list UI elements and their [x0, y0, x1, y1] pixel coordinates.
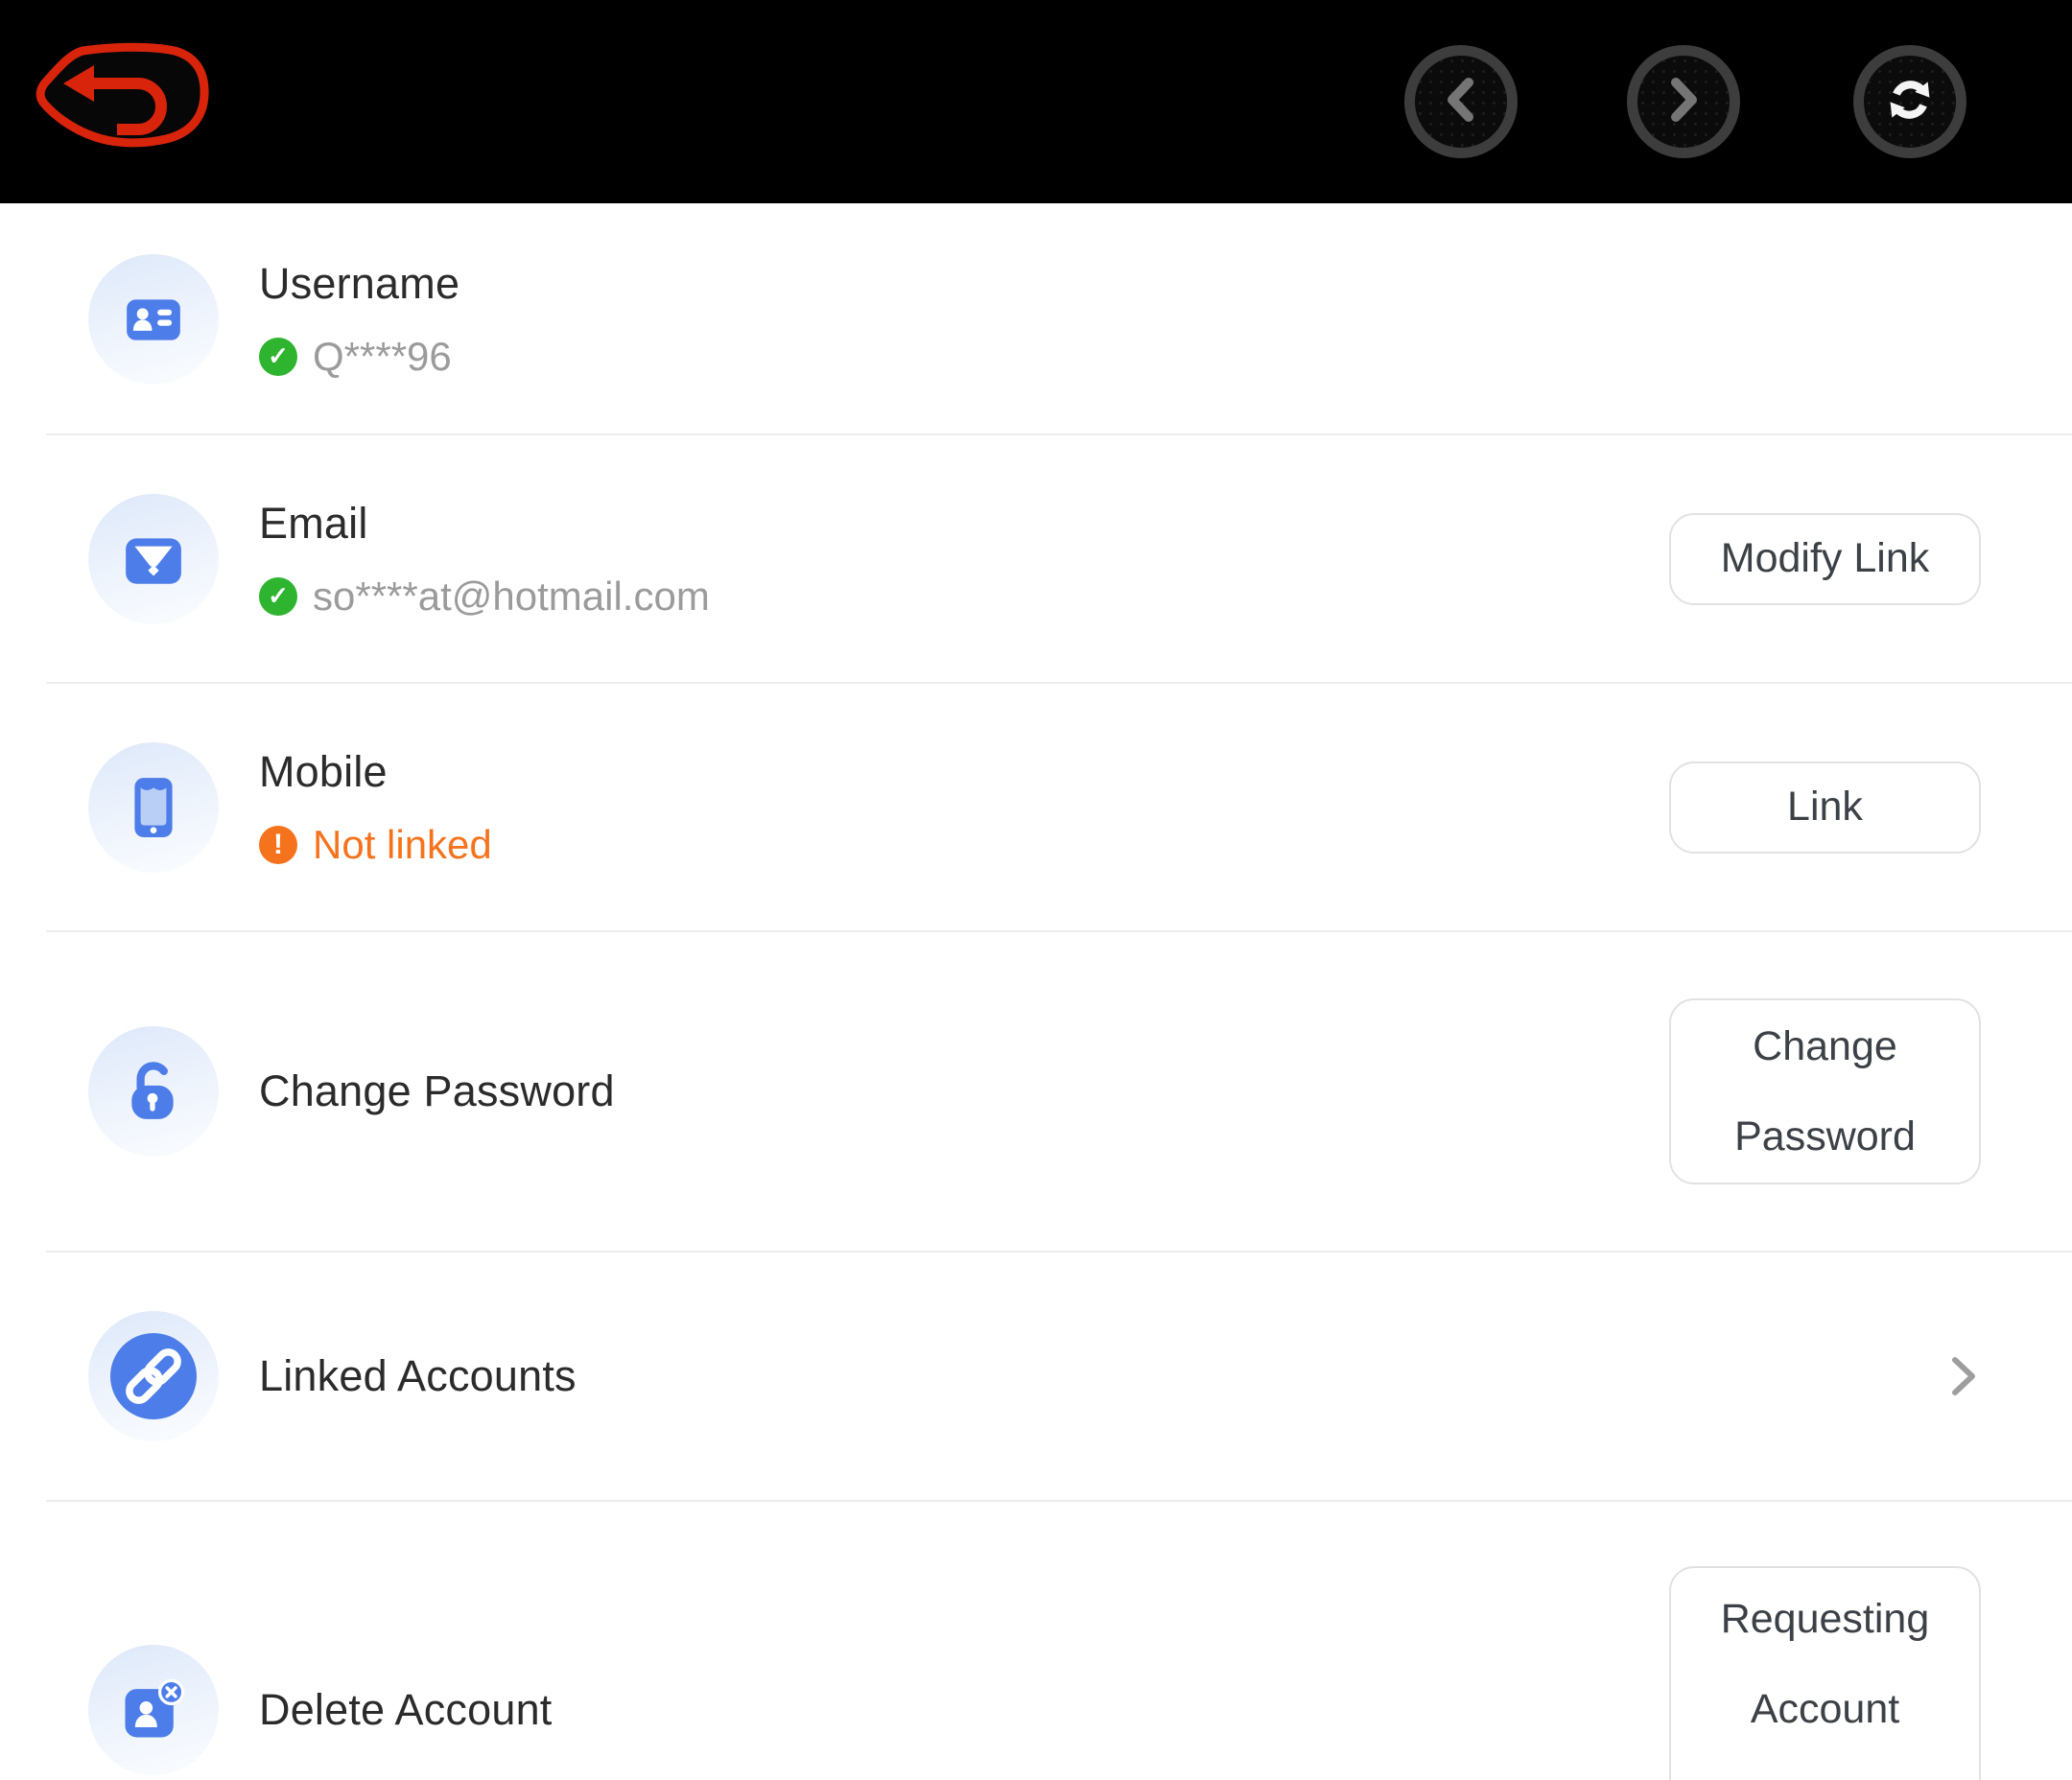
account-settings-screen: Username ✓ Q****96 Email ✓ so****at@hotm…: [0, 0, 2072, 1780]
link-button[interactable]: Link: [1669, 761, 1981, 854]
emulator-header-bar: [0, 0, 2072, 203]
modify-link-button[interactable]: Modify Link: [1669, 513, 1981, 605]
nav-back-button[interactable]: [1404, 45, 1518, 158]
verified-icon: ✓: [259, 338, 297, 376]
row-email: Email ✓ so****at@hotmail.com Modify Link: [0, 434, 2072, 683]
chain-link-icon: [88, 1311, 219, 1441]
username-title: Username: [259, 259, 459, 309]
delete-account-title: Delete Account: [259, 1685, 553, 1735]
nav-forward-button[interactable]: [1627, 45, 1740, 158]
unlock-icon: [88, 1026, 219, 1157]
change-password-label-line1: Change: [1753, 1001, 1897, 1091]
row-linked-accounts[interactable]: Linked Accounts: [0, 1252, 2072, 1501]
email-value: so****at@hotmail.com: [313, 574, 710, 620]
requesting-account-label-line1: Requesting: [1721, 1574, 1930, 1664]
separator: [46, 682, 2072, 684]
link-label: Link: [1787, 784, 1863, 831]
mail-icon: [88, 494, 219, 624]
return-arrow-icon: [35, 141, 211, 157]
requesting-account-button[interactable]: Requesting Account: [1669, 1566, 1981, 1780]
chevron-right-icon: [1662, 75, 1705, 129]
mobile-title: Mobile: [259, 747, 492, 797]
change-password-title: Change Password: [259, 1066, 615, 1116]
chevron-left-icon: [1440, 75, 1482, 129]
id-card-icon: [88, 254, 219, 385]
change-password-button[interactable]: Change Password: [1669, 998, 1981, 1184]
requesting-account-label-line2: Account: [1751, 1664, 1899, 1754]
separator: [46, 1500, 2072, 1502]
row-delete-account: Delete Account Requesting Account: [0, 1501, 2072, 1780]
nav-refresh-button[interactable]: [1853, 45, 1966, 158]
verified-icon: ✓: [259, 577, 297, 616]
separator: [46, 930, 2072, 932]
person-remove-icon: [88, 1645, 219, 1775]
back-button[interactable]: [35, 42, 211, 153]
separator: [46, 433, 2072, 435]
modify-link-label: Modify Link: [1721, 535, 1929, 582]
username-value: Q****96: [313, 334, 452, 380]
linked-accounts-title: Linked Accounts: [259, 1351, 577, 1401]
chevron-right-icon[interactable]: [1947, 1354, 1980, 1398]
email-title: Email: [259, 499, 710, 549]
mobile-value: Not linked: [313, 822, 492, 868]
row-mobile: Mobile ! Not linked Link: [0, 683, 2072, 931]
warning-icon: !: [259, 826, 297, 864]
phone-icon: [88, 742, 219, 873]
refresh-icon: [1883, 73, 1937, 131]
row-username: Username ✓ Q****96: [0, 203, 2072, 434]
change-password-label-line2: Password: [1734, 1091, 1916, 1182]
row-change-password: Change Password Change Password: [0, 931, 2072, 1252]
separator: [46, 1251, 2072, 1253]
